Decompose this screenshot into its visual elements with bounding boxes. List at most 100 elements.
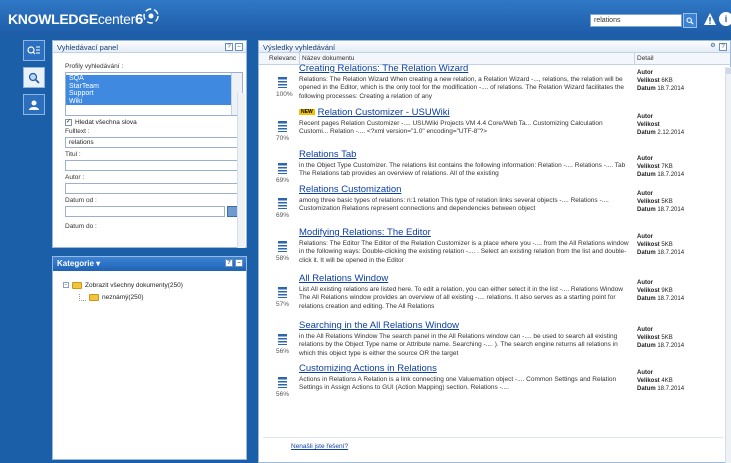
profile-option[interactable]: SQA bbox=[66, 75, 231, 83]
date-from-input[interactable] bbox=[65, 206, 226, 217]
result-title-link[interactable]: Customizing Actions in Relations bbox=[299, 363, 437, 374]
results-panel: Výsledky vyhledávání ⚙ ? Relevanc Název … bbox=[258, 40, 731, 463]
search-panel-title: Vyhledávací panel bbox=[57, 43, 119, 52]
help-small-icon[interactable]: ? bbox=[225, 43, 233, 51]
no-solution-link[interactable]: Nenašli jste řešení? bbox=[291, 443, 348, 450]
col-relevance[interactable]: Relevanc bbox=[269, 55, 296, 62]
result-title-text[interactable]: Relations Tab bbox=[299, 149, 356, 160]
category-panel-title[interactable]: Kategorie ▾ bbox=[57, 259, 100, 268]
footer-divider bbox=[263, 437, 723, 438]
collapse-tree-icon[interactable]: − bbox=[63, 282, 69, 288]
results-panel-header: Výsledky vyhledávání ⚙ ? bbox=[259, 41, 730, 53]
result-title-text[interactable]: All Relations Window bbox=[299, 273, 388, 284]
result-detail: Autor Velikost 5KB Datum 18.7.2014 bbox=[637, 233, 684, 257]
date-value: 18.7.2014 bbox=[657, 343, 685, 349]
profiles-label: Profily vyhledávání : bbox=[65, 63, 124, 70]
category-panel-header[interactable]: Kategorie ▾ ? – bbox=[53, 257, 246, 271]
new-badge: NEW bbox=[299, 109, 315, 116]
scroll-up-icon[interactable] bbox=[726, 68, 731, 74]
date-value: 18.7.2014 bbox=[657, 207, 685, 213]
left-rail bbox=[23, 40, 49, 460]
result-detail: Autor Velikost 6KB Datum 18.7.2014 bbox=[637, 69, 684, 93]
result-title-link[interactable]: Modifying Relations: The Editor bbox=[299, 227, 431, 238]
document-icon bbox=[278, 121, 287, 132]
result-title-text[interactable]: Creating Relations: The Relation Wizard bbox=[299, 63, 468, 74]
relevance-score: 56% bbox=[276, 391, 290, 398]
help-icon[interactable]: i bbox=[719, 12, 731, 26]
relevance-score: 57% bbox=[276, 301, 290, 308]
result-title-link[interactable]: All Relations Window bbox=[299, 273, 388, 284]
tree-child-label[interactable]: neznámý(250) bbox=[102, 294, 144, 301]
result-title-text[interactable]: Relations Customization bbox=[299, 184, 401, 195]
results-panel-title: Výsledky vyhledávání bbox=[263, 43, 336, 52]
relevance-score: 58% bbox=[276, 255, 290, 262]
size-value: 5KB bbox=[661, 335, 673, 341]
date-label: Datum bbox=[637, 386, 656, 392]
document-icon bbox=[278, 77, 287, 88]
help-small-icon[interactable]: ? bbox=[719, 43, 727, 51]
document-icon bbox=[278, 377, 287, 388]
result-snippet: in the All Relations Window The search p… bbox=[299, 333, 618, 357]
author-label: Autor bbox=[637, 280, 653, 286]
collapse-icon[interactable]: – bbox=[235, 259, 243, 267]
profile-option[interactable]: Support bbox=[66, 90, 231, 98]
result-title-link[interactable]: NEW Relation Customizer - USUWiki bbox=[299, 107, 450, 118]
result-snippet: in the Object Type Customizer. The relat… bbox=[299, 162, 626, 178]
tree-connector bbox=[79, 293, 86, 301]
result-detail: Autor Velikost 7KB Datum 18.7.2014 bbox=[637, 155, 684, 179]
tree-root[interactable]: − Zobrazit všechny dokumenty(250) bbox=[63, 279, 236, 291]
relevance-score: 56% bbox=[276, 348, 290, 355]
date-label: Datum bbox=[637, 207, 656, 213]
author-label: Autor bbox=[637, 156, 653, 162]
tree-root-label[interactable]: Zobrazit všechny dokumenty(250) bbox=[85, 282, 183, 289]
all-words-checkbox[interactable]: ✓ bbox=[65, 119, 72, 126]
rail-zoom-button[interactable] bbox=[23, 67, 45, 88]
rail-search-button[interactable] bbox=[23, 40, 45, 61]
col-name[interactable]: Název dokumentu bbox=[302, 55, 354, 62]
author-input[interactable] bbox=[65, 183, 243, 194]
result-snippet: Recent pages Relation Customizer -.... U… bbox=[299, 120, 603, 136]
profiles-list[interactable]: SQA StarTeam Support Wiki bbox=[65, 72, 243, 116]
size-label: Velikost bbox=[637, 335, 660, 341]
result-title-text[interactable]: Relation Customizer - USUWiki bbox=[318, 107, 450, 118]
rail-user-button[interactable] bbox=[23, 94, 45, 115]
author-label: Autor bbox=[637, 234, 653, 240]
result-snippet: Actions in Relations A Relation is a lin… bbox=[299, 376, 617, 392]
author-label: Autor bbox=[637, 370, 653, 376]
date-label: Datum bbox=[637, 296, 656, 302]
result-title-link[interactable]: Relations Tab bbox=[299, 149, 356, 160]
result-detail: Autor Velikost 9KB Datum 18.7.2014 bbox=[637, 279, 684, 303]
warning-icon[interactable] bbox=[703, 12, 717, 26]
result-title-text[interactable]: Customizing Actions in Relations bbox=[299, 363, 437, 374]
results-scrollbar[interactable] bbox=[725, 67, 731, 463]
relevance-score: 70% bbox=[276, 135, 290, 142]
logo-swirl-icon bbox=[143, 8, 159, 24]
search-panel-scrollbar[interactable] bbox=[237, 93, 245, 248]
result-title-text[interactable]: Modifying Relations: The Editor bbox=[299, 227, 431, 238]
title-input[interactable] bbox=[65, 160, 243, 171]
size-value: 4KB bbox=[661, 378, 673, 384]
settings-icon[interactable]: ⚙ bbox=[709, 43, 717, 51]
profile-option[interactable]: Wiki bbox=[66, 97, 231, 105]
author-label: Autor bbox=[637, 327, 653, 333]
help-small-icon[interactable]: ? bbox=[225, 259, 233, 267]
collapse-icon[interactable]: – bbox=[235, 43, 243, 51]
result-title-link[interactable]: Creating Relations: The Relation Wizard bbox=[299, 63, 468, 74]
global-search-input[interactable]: relations bbox=[590, 14, 682, 27]
relevance-score: 69% bbox=[276, 177, 290, 184]
size-value: 9KB bbox=[661, 288, 673, 294]
col-detail[interactable]: Detail bbox=[637, 55, 654, 62]
title-label: Titul : bbox=[65, 151, 81, 158]
result-title-text[interactable]: Searching in the All Relations Window bbox=[299, 320, 459, 331]
author-label: Autor bbox=[637, 191, 653, 197]
size-label: Velikost bbox=[637, 78, 660, 84]
fulltext-input[interactable]: relations bbox=[65, 137, 243, 148]
result-title-link[interactable]: Relations Customization bbox=[299, 184, 401, 195]
top-bar: KNOWLEDGEcenter6 relations i bbox=[0, 0, 731, 36]
result-snippet: among three basic types of relations: n:… bbox=[299, 197, 609, 213]
profile-option[interactable]: StarTeam bbox=[66, 82, 231, 90]
document-icon bbox=[278, 241, 287, 252]
result-title-link[interactable]: Searching in the All Relations Window bbox=[299, 320, 459, 331]
tree-child[interactable]: neznámý(250) bbox=[63, 291, 236, 303]
search-button[interactable] bbox=[683, 13, 697, 28]
